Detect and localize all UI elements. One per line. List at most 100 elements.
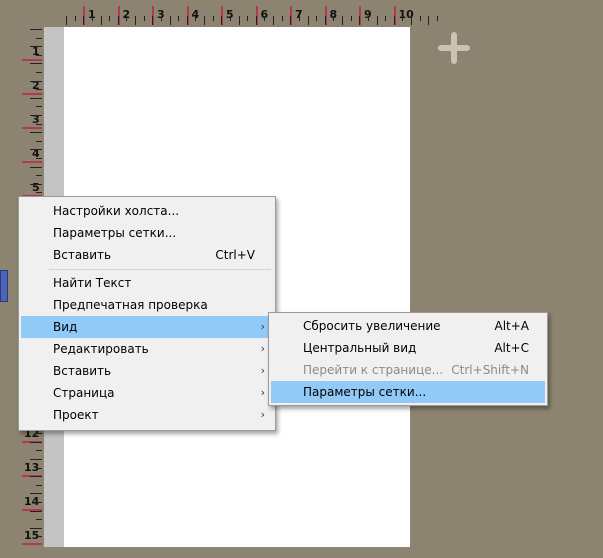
top-ruler-minor-tick — [221, 16, 223, 25]
left-ruler-minor-tick — [30, 149, 42, 151]
left-ruler-minor-tick — [30, 29, 42, 30]
left-ruler-major-tick — [22, 127, 42, 129]
top-ruler-minor-tick — [109, 16, 111, 21]
menu-item-label: Параметры сетки... — [53, 226, 177, 240]
top-ruler-minor-tick — [83, 16, 85, 25]
menu-item-label: Вставить — [53, 364, 112, 378]
menu-item-page[interactable]: Страница › — [21, 382, 273, 404]
menu-item-insert[interactable]: Вставить › — [21, 360, 273, 382]
top-ruler-minor-tick — [186, 16, 188, 25]
left-ruler-minor-tick — [30, 115, 42, 116]
left-ruler-minor-tick — [36, 106, 42, 108]
left-ruler-major-tick — [22, 161, 42, 163]
chevron-right-icon: › — [260, 408, 265, 421]
chevron-right-icon: › — [260, 320, 265, 333]
chevron-right-icon: › — [260, 386, 265, 399]
menu-separator — [49, 269, 271, 270]
top-ruler-minor-tick — [126, 16, 128, 21]
top-ruler-minor-tick — [324, 16, 326, 25]
menu-item-grid-settings-sub[interactable]: Параметры сетки... — [271, 381, 545, 403]
top-ruler-minor-tick — [307, 16, 309, 25]
menu-item-project[interactable]: Проект › — [21, 404, 273, 426]
menu-item-find-text[interactable]: Найти Текст — [21, 272, 273, 294]
menu-item-shortcut: Alt+A — [494, 319, 529, 333]
menu-item-go-to-page: Перейти к странице... Ctrl+Shift+N — [271, 359, 545, 381]
top-ruler-minor-tick — [393, 16, 395, 25]
top-ruler-minor-tick — [359, 16, 361, 25]
left-ruler-minor-tick — [30, 476, 42, 478]
top-ruler-minor-tick — [264, 16, 266, 21]
top-ruler-minor-tick — [247, 16, 249, 21]
top-ruler-minor-tick — [117, 16, 119, 25]
left-ruler-minor-tick — [30, 183, 42, 185]
left-ruler-minor-tick — [36, 54, 42, 56]
left-ruler-minor-tick — [30, 441, 42, 443]
top-ruler-minor-tick — [385, 16, 387, 21]
plus-icon[interactable] — [436, 30, 472, 66]
menu-item-label: Найти Текст — [53, 276, 132, 290]
top-ruler-minor-tick — [66, 16, 67, 25]
top-ruler-minor-tick — [436, 16, 438, 21]
top-ruler-minor-tick — [135, 16, 136, 25]
top-ruler-minor-tick — [204, 16, 205, 25]
left-ruler-minor-tick — [36, 140, 42, 142]
menu-item-label: Предпечатная проверка — [53, 298, 208, 312]
top-ruler-minor-tick — [169, 16, 171, 25]
left-ruler-minor-tick — [36, 175, 42, 177]
top-ruler-minor-tick — [402, 16, 404, 21]
top-ruler-minor-tick — [74, 16, 76, 21]
left-ruler-minor-tick — [30, 63, 42, 65]
top-ruler-minor-tick — [367, 16, 369, 21]
menu-item-canvas-settings[interactable]: Настройки холста... — [21, 200, 273, 222]
left-ruler-minor-tick — [36, 123, 42, 125]
side-panel-tab[interactable] — [0, 270, 8, 302]
left-ruler-minor-tick — [30, 459, 42, 460]
left-ruler-minor-tick — [30, 46, 42, 48]
top-ruler-minor-tick — [100, 16, 102, 25]
menu-item-center-view[interactable]: Центральный вид Alt+C — [271, 337, 545, 359]
left-ruler-minor-tick — [30, 527, 42, 529]
left-ruler-minor-tick — [36, 72, 42, 73]
menu-item-label: Настройки холста... — [53, 204, 180, 218]
left-ruler-minor-tick — [30, 97, 42, 99]
menu-item-edit[interactable]: Редактировать › — [21, 338, 273, 360]
top-ruler-minor-tick — [342, 16, 343, 25]
top-ruler-minor-tick — [143, 16, 145, 21]
top-ruler-minor-tick — [273, 16, 274, 25]
view-submenu: Сбросить увеличение Alt+A Центральный ви… — [268, 312, 548, 406]
top-ruler-minor-tick — [419, 16, 421, 21]
left-ruler-major-tick — [22, 93, 42, 95]
top-ruler-minor-tick — [212, 16, 214, 21]
top-ruler-minor-tick — [428, 16, 430, 25]
top-ruler-minor-tick — [298, 16, 300, 21]
left-ruler-minor-tick — [36, 484, 42, 486]
top-ruler-minor-tick — [255, 16, 257, 25]
menu-item-paste[interactable]: Вставить Ctrl+V — [21, 244, 273, 266]
menu-item-label: Вид — [53, 320, 78, 334]
top-ruler-minor-tick — [290, 16, 292, 25]
menu-item-label: Страница — [53, 386, 115, 400]
menu-item-label: Сбросить увеличение — [303, 319, 441, 333]
menu-item-label: Редактировать — [53, 342, 149, 356]
top-ruler-minor-tick — [178, 16, 180, 21]
menu-item-reset-zoom[interactable]: Сбросить увеличение Alt+A — [271, 315, 545, 337]
chevron-right-icon: › — [260, 342, 265, 355]
top-ruler[interactable]: 1 2 3 4 5 6 7 8 9 10 — [63, 4, 438, 27]
left-ruler-minor-tick — [36, 89, 42, 91]
top-ruler-minor-tick — [376, 16, 378, 25]
top-ruler-minor-tick — [350, 16, 352, 21]
left-ruler-major-tick — [22, 59, 42, 61]
left-ruler-major-tick — [22, 543, 42, 545]
menu-item-preflight[interactable]: Предпечатная проверка — [21, 294, 273, 316]
menu-item-view[interactable]: Вид › — [21, 316, 273, 338]
left-ruler-minor-tick — [36, 37, 42, 39]
chevron-right-icon: › — [260, 364, 265, 377]
menu-item-label: Центральный вид — [303, 341, 417, 355]
menu-item-grid-settings[interactable]: Параметры сетки... — [21, 222, 273, 244]
left-ruler-minor-tick — [30, 510, 42, 512]
left-ruler-minor-tick — [36, 519, 42, 521]
menu-item-label: Проект — [53, 408, 99, 422]
left-ruler-minor-tick — [30, 132, 42, 134]
top-ruler-minor-tick — [333, 16, 335, 21]
top-ruler-minor-tick — [411, 16, 412, 25]
